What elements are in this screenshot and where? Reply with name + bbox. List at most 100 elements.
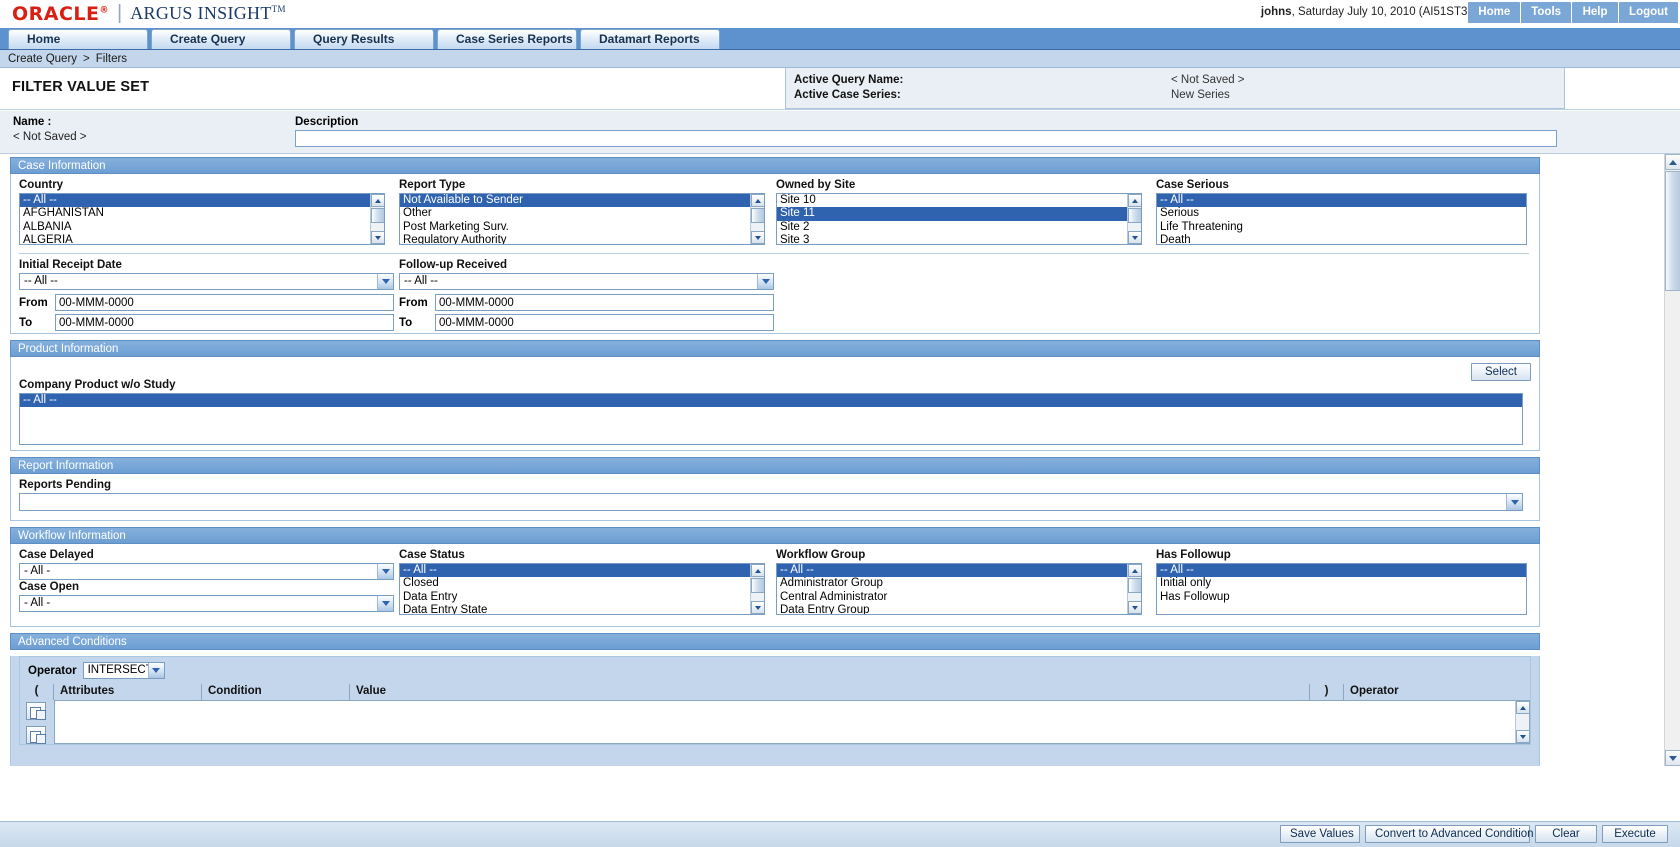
initial-receipt-date-dropdown[interactable]: -- All --: [19, 273, 394, 290]
report-type-option[interactable]: Regulatory Authority: [400, 234, 764, 244]
has-followup-option[interactable]: Initial only: [1157, 577, 1526, 590]
remove-condition-button[interactable]: [26, 726, 46, 744]
scroll-thumb[interactable]: [371, 208, 384, 223]
case-serious-listbox[interactable]: -- All -- Serious Life Threatening Death: [1156, 193, 1527, 245]
workflow-group-option[interactable]: Central Administrator: [777, 591, 1141, 604]
chevron-down-icon[interactable]: [1506, 494, 1522, 510]
report-type-listbox[interactable]: Not Available to Sender Other Post Marke…: [399, 193, 765, 245]
topnav-help[interactable]: Help: [1572, 2, 1619, 23]
case-serious-option[interactable]: -- All --: [1157, 194, 1526, 208]
workflow-group-option[interactable]: Data Entry Group: [777, 604, 1141, 614]
initial-receipt-to-input[interactable]: [55, 314, 394, 331]
topnav-logout[interactable]: Logout: [1619, 2, 1678, 23]
company-product-option[interactable]: -- All --: [20, 394, 1522, 408]
report-type-option[interactable]: Other: [400, 207, 764, 220]
has-followup-option[interactable]: Has Followup: [1157, 591, 1526, 604]
case-status-listbox[interactable]: -- All -- Closed Data Entry Data Entry S…: [399, 563, 765, 615]
case-delayed-dropdown[interactable]: - All -: [19, 563, 394, 580]
tab-home[interactable]: Home: [8, 29, 148, 49]
country-listbox[interactable]: -- All -- AFGHANISTAN ALBANIA ALGERIA: [19, 193, 385, 245]
add-row-icon[interactable]: [26, 702, 46, 720]
case-status-option[interactable]: Data Entry State: [400, 604, 764, 614]
tab-query-results[interactable]: Query Results: [294, 29, 434, 49]
case-serious-option[interactable]: Serious: [1157, 207, 1526, 220]
scroll-thumb[interactable]: [1128, 578, 1141, 593]
owned-by-site-scrollbar[interactable]: [1127, 194, 1141, 244]
save-values-button[interactable]: Save Values: [1280, 825, 1360, 843]
workflow-group-option[interactable]: -- All --: [777, 564, 1141, 578]
advanced-conditions-grid[interactable]: [54, 700, 1530, 744]
scroll-down-icon[interactable]: [1128, 601, 1141, 614]
topnav-home[interactable]: Home: [1468, 2, 1521, 23]
case-status-option[interactable]: -- All --: [400, 564, 764, 578]
description-input[interactable]: [295, 130, 1557, 147]
page-scroll-up-icon[interactable]: [1665, 154, 1680, 170]
breadcrumb-create-query[interactable]: Create Query: [8, 53, 77, 65]
owned-by-site-option[interactable]: Site 3: [777, 234, 1141, 244]
has-followup-listbox[interactable]: -- All -- Initial only Has Followup: [1156, 563, 1527, 615]
remove-row-icon[interactable]: [26, 726, 46, 744]
clear-button[interactable]: Clear: [1535, 825, 1597, 843]
owned-by-site-option[interactable]: Site 10: [777, 194, 1141, 207]
reports-pending-dropdown[interactable]: [19, 493, 1523, 511]
owned-by-site-option[interactable]: Site 2: [777, 221, 1141, 234]
add-condition-button[interactable]: [26, 702, 46, 720]
scroll-down-icon[interactable]: [1128, 231, 1141, 244]
chevron-down-icon[interactable]: [377, 274, 393, 289]
tab-datamart-reports[interactable]: Datamart Reports: [580, 29, 720, 49]
scroll-up-icon[interactable]: [1128, 194, 1141, 207]
case-serious-option[interactable]: Life Threatening: [1157, 221, 1526, 234]
scroll-down-icon[interactable]: [751, 601, 764, 614]
country-option[interactable]: AFGHANISTAN: [20, 207, 384, 220]
follow-up-received-dropdown[interactable]: -- All --: [399, 273, 774, 290]
convert-to-advanced-condition-button[interactable]: Convert to Advanced Condition: [1365, 825, 1534, 843]
owned-by-site-listbox[interactable]: Site 10 Site 11 Site 2 Site 3: [776, 193, 1142, 245]
scroll-thumb[interactable]: [1128, 208, 1141, 223]
page-scrollbar[interactable]: [1664, 154, 1680, 766]
report-type-option[interactable]: Not Available to Sender: [400, 194, 764, 208]
follow-up-from-input[interactable]: [435, 294, 774, 311]
scroll-down-icon[interactable]: [371, 231, 384, 244]
topnav-tools[interactable]: Tools: [1521, 2, 1572, 23]
scroll-down-icon[interactable]: [751, 231, 764, 244]
follow-up-to-input[interactable]: [435, 314, 774, 331]
scroll-up-icon[interactable]: [371, 194, 384, 207]
scroll-up-icon[interactable]: [1128, 564, 1141, 577]
scroll-up-icon[interactable]: [751, 564, 764, 577]
page-scroll-down-icon[interactable]: [1665, 750, 1680, 766]
case-status-scrollbar[interactable]: [750, 564, 764, 614]
country-scrollbar[interactable]: [370, 194, 384, 244]
scroll-thumb[interactable]: [751, 578, 764, 593]
operator-dropdown[interactable]: INTERSECT: [82, 662, 165, 679]
chevron-down-icon[interactable]: [147, 663, 164, 678]
report-type-option[interactable]: Post Marketing Surv.: [400, 221, 764, 234]
case-serious-option[interactable]: Death: [1157, 234, 1526, 244]
tab-case-series-reports[interactable]: Case Series Reports: [437, 29, 577, 49]
workflow-group-option[interactable]: Administrator Group: [777, 577, 1141, 590]
company-product-listbox[interactable]: -- All --: [19, 393, 1523, 445]
report-type-scrollbar[interactable]: [750, 194, 764, 244]
workflow-group-listbox[interactable]: -- All -- Administrator Group Central Ad…: [776, 563, 1142, 615]
breadcrumb-filters[interactable]: Filters: [96, 53, 127, 65]
scroll-up-icon[interactable]: [1516, 701, 1530, 714]
advanced-grid-scrollbar[interactable]: [1515, 701, 1530, 743]
execute-button[interactable]: Execute: [1602, 825, 1668, 843]
chevron-down-icon[interactable]: [377, 596, 393, 611]
chevron-down-icon[interactable]: [757, 274, 773, 289]
country-option[interactable]: ALBANIA: [20, 221, 384, 234]
page-scroll-thumb[interactable]: [1665, 171, 1680, 291]
case-status-option[interactable]: Data Entry: [400, 591, 764, 604]
owned-by-site-option[interactable]: Site 11: [777, 207, 1141, 221]
case-status-option[interactable]: Closed: [400, 577, 764, 590]
country-option[interactable]: ALGERIA: [20, 234, 384, 244]
case-open-dropdown[interactable]: - All -: [19, 595, 394, 612]
tab-create-query[interactable]: Create Query: [151, 29, 291, 49]
initial-receipt-from-input[interactable]: [55, 294, 394, 311]
scroll-down-icon[interactable]: [1516, 730, 1530, 743]
has-followup-option[interactable]: -- All --: [1157, 564, 1526, 578]
scroll-thumb[interactable]: [751, 208, 764, 223]
workflow-group-scrollbar[interactable]: [1127, 564, 1141, 614]
scroll-up-icon[interactable]: [751, 194, 764, 207]
country-option[interactable]: -- All --: [20, 194, 384, 208]
chevron-down-icon[interactable]: [377, 564, 393, 579]
